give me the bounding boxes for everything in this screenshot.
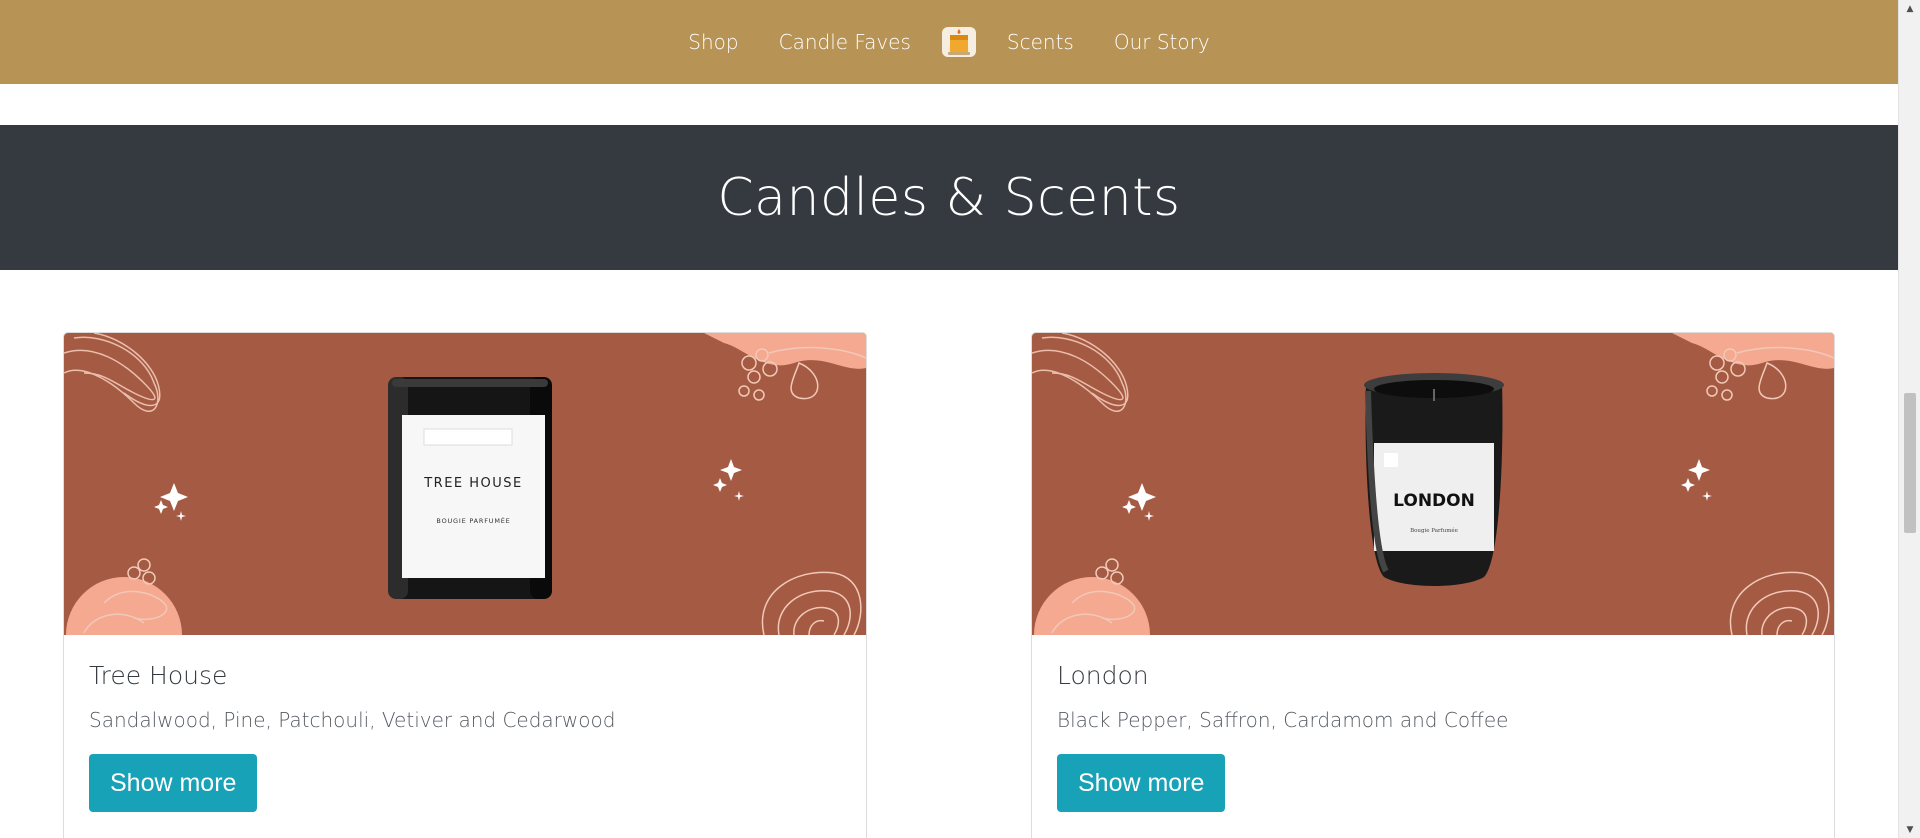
nav-link-our-story[interactable]: Our Story	[1094, 30, 1230, 54]
nav-link-scents[interactable]: Scents	[987, 30, 1094, 54]
jar-sublabel: Bougie Parfumée	[1410, 528, 1458, 534]
show-more-button[interactable]: Show more	[1057, 754, 1226, 812]
card-body: London Black Pepper, Saffron, Cardamom a…	[1057, 635, 1809, 812]
nav-link-candle-faves[interactable]: Candle Faves	[759, 30, 931, 54]
product-card: LONDON Bougie Parfumée London Black Pepp…	[1031, 332, 1835, 838]
jar-label: LONDON	[1393, 491, 1475, 511]
vertical-scrollbar[interactable]: ▲ ▼	[1898, 0, 1920, 838]
top-navigation: Shop Candle Faves Scents Our Story	[0, 0, 1898, 84]
jar-label: TREE HOUSE	[424, 476, 523, 491]
scroll-thumb[interactable]	[1904, 393, 1916, 533]
page: Shop Candle Faves Scents Our Story Candl…	[0, 0, 1898, 838]
scroll-up-arrow-icon[interactable]: ▲	[1899, 0, 1920, 17]
jar-sublabel: BOUGIE PARFUMÉE	[436, 517, 511, 525]
candle-logo-icon[interactable]	[941, 26, 977, 58]
product-notes: Sandalwood, Pine, Patchouli, Vetiver and…	[89, 708, 616, 732]
product-card: TREE HOUSE BOUGIE PARFUMÉE Tree House Sa…	[63, 332, 867, 838]
card-body: Tree House Sandalwood, Pine, Patchouli, …	[89, 635, 841, 812]
product-title: Tree House	[89, 661, 228, 690]
product-image: LONDON Bougie Parfumée	[1032, 333, 1834, 635]
show-more-button[interactable]: Show more	[89, 754, 258, 812]
product-notes: Black Pepper, Saffron, Cardamom and Coff…	[1057, 708, 1509, 732]
page-header: Candles & Scents	[0, 125, 1898, 270]
page-title: Candles & Scents	[717, 167, 1181, 228]
scroll-down-arrow-icon[interactable]: ▼	[1899, 821, 1920, 838]
nav-link-shop[interactable]: Shop	[668, 30, 758, 54]
product-image: TREE HOUSE BOUGIE PARFUMÉE	[64, 333, 866, 635]
candle-jar-image	[1364, 373, 1504, 586]
product-title: London	[1057, 661, 1149, 690]
